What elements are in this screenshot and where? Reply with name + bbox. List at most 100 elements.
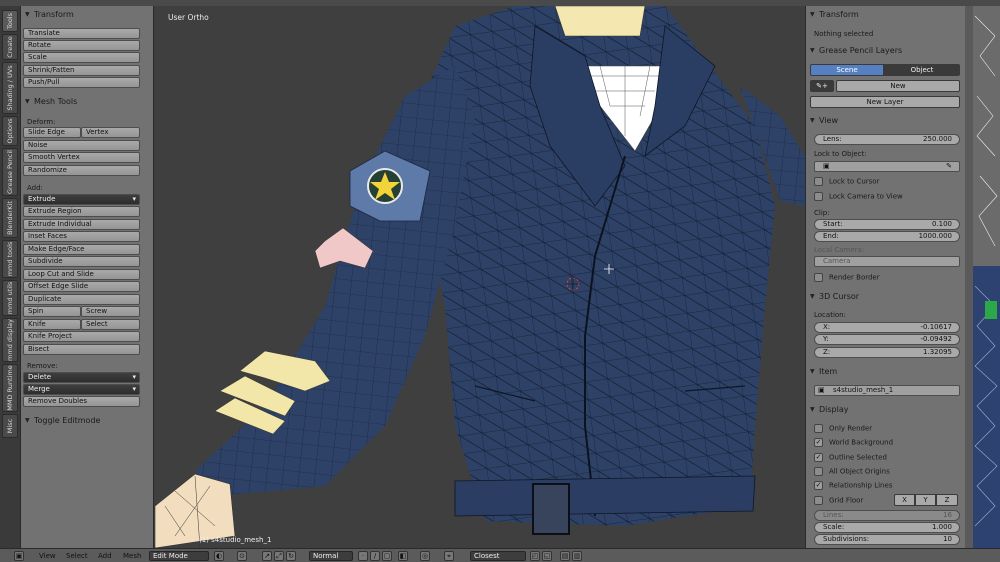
grid-floor-checkbox[interactable]: Grid Floor (814, 496, 863, 505)
vertex-select-icon[interactable]: · (358, 551, 368, 561)
only-render-checkbox[interactable]: Only Render (814, 424, 872, 433)
new-gpencil-button[interactable]: New (836, 80, 960, 92)
shrink-fatten-button[interactable]: Shrink/Fatten (23, 65, 140, 76)
add-menu[interactable]: Add (98, 551, 112, 561)
extrude-menu[interactable]: Extrude (23, 194, 140, 205)
props-transform-header[interactable]: Transform (808, 8, 960, 22)
tab-mmd-tools[interactable]: mmd tools (2, 240, 18, 278)
clip-start-field[interactable]: Start: 0.100 (814, 219, 960, 230)
item-panel-header[interactable]: Item (808, 365, 960, 379)
proportional-edit-icon[interactable]: ◎ (420, 551, 430, 561)
all-object-origins-checkbox[interactable]: All Object Origins (814, 467, 890, 476)
slide-edge-button[interactable]: Slide Edge (23, 127, 81, 138)
3d-viewport[interactable]: User Ortho (1) s4studio_mesh_1 (155, 6, 805, 548)
scale-button[interactable]: Scale (23, 52, 140, 63)
view-menu[interactable]: View (39, 551, 56, 561)
tab-misc[interactable]: Misc (2, 414, 18, 438)
tab-scene[interactable]: Scene (810, 64, 884, 76)
tab-blenderkit[interactable]: BlenderKit (2, 198, 18, 238)
tab-shading-uvs[interactable]: Shading / UVs (2, 62, 18, 114)
3d-cursor-panel-header[interactable]: 3D Cursor (808, 290, 960, 304)
grid-scale-field[interactable]: Scale: 1.000 (814, 522, 960, 533)
grid-y-toggle[interactable]: Y (915, 494, 936, 506)
smooth-vertex-button[interactable]: Smooth Vertex (23, 152, 140, 163)
tab-mmd-runtime[interactable]: MMD Runtime (2, 364, 18, 412)
extrude-region-button[interactable]: Extrude Region (23, 206, 140, 217)
knife-project-button[interactable]: Knife Project (23, 331, 140, 342)
adjacent-editor[interactable] (965, 6, 1000, 548)
eyedropper-icon[interactable]: ✎ (946, 162, 952, 171)
translate-button[interactable]: Translate (23, 28, 140, 39)
extrude-individual-button[interactable]: Extrude Individual (23, 219, 140, 230)
pencil-icon[interactable]: ✎+ (810, 80, 834, 92)
outline-selected-checkbox[interactable]: ✓ Outline Selected (814, 453, 887, 462)
push-pull-button[interactable]: Push/Pull (23, 77, 140, 88)
delete-menu[interactable]: Delete (23, 372, 140, 383)
cursor-y-field[interactable]: Y: -0.09492 (814, 334, 960, 345)
rotate-button[interactable]: Rotate (23, 40, 140, 51)
viewport-shading-icon[interactable]: ◐ (214, 551, 224, 561)
inset-faces-button[interactable]: Inset Faces (23, 231, 140, 242)
cursor-z-field[interactable]: Z: 1.32095 (814, 347, 960, 358)
tab-mmd-display[interactable]: mmd display (2, 318, 18, 362)
offset-edge-slide-button[interactable]: Offset Edge Slide (23, 281, 140, 292)
relationship-lines-checkbox[interactable]: ✓ Relationship Lines (814, 481, 892, 490)
face-select-icon[interactable]: ▢ (382, 551, 392, 561)
grid-x-toggle[interactable]: X (894, 494, 915, 506)
render-icon[interactable]: ▤ (560, 551, 570, 561)
noise-button[interactable]: Noise (23, 140, 140, 151)
pivot-point-icon[interactable]: ⊙ (237, 551, 247, 561)
render-animation-icon[interactable]: ▥ (572, 551, 582, 561)
snap-project-icon[interactable]: ◱ (542, 551, 552, 561)
tab-tools[interactable]: Tools (2, 10, 18, 32)
tab-grease-pencil[interactable]: Grease Pencil (2, 148, 18, 196)
merge-menu[interactable]: Merge (23, 384, 140, 395)
clip-end-field[interactable]: End: 1000.000 (814, 231, 960, 242)
bisect-button[interactable]: Bisect (23, 344, 140, 355)
manipulator-icon[interactable]: ↗ (262, 551, 272, 561)
knife-button[interactable]: Knife (23, 319, 81, 330)
spin-button[interactable]: Spin (23, 306, 81, 317)
mesh-menu[interactable]: Mesh (123, 551, 141, 561)
toggle-editmode-panel-header[interactable]: Toggle Editmode (23, 414, 149, 428)
render-border-checkbox[interactable]: Render Border (814, 273, 880, 282)
editor-type-icon[interactable]: ▣ (14, 551, 24, 561)
rotate-manipulator-icon[interactable]: ↻ (286, 551, 296, 561)
tab-create[interactable]: Create (2, 34, 18, 60)
knife-select-button[interactable]: Select (81, 319, 140, 330)
snap-icon[interactable]: ⌖ (444, 551, 454, 561)
limit-selection-icon[interactable]: ◧ (398, 551, 408, 561)
tab-mmd-utils[interactable]: mmd utils (2, 280, 18, 316)
lock-to-cursor-checkbox[interactable]: Lock to Cursor (814, 177, 879, 186)
tab-object[interactable]: Object (884, 64, 960, 76)
select-menu[interactable]: Select (66, 551, 88, 561)
tab-options[interactable]: Options (2, 116, 18, 146)
lock-camera-to-view-checkbox[interactable]: Lock Camera to View (814, 192, 903, 201)
new-layer-button[interactable]: New Layer (810, 96, 960, 108)
translate-manipulator-icon[interactable]: ⤢ (274, 551, 284, 561)
grease-pencil-header[interactable]: Grease Pencil Layers (808, 44, 960, 58)
duplicate-button[interactable]: Duplicate (23, 294, 140, 305)
lock-object-field[interactable]: ▣ ✎ (814, 161, 960, 172)
snap-target-select[interactable]: Closest (470, 551, 526, 561)
subdivide-button[interactable]: Subdivide (23, 256, 140, 267)
loop-cut-slide-button[interactable]: Loop Cut and Slide (23, 269, 140, 280)
grid-z-toggle[interactable]: Z (936, 494, 958, 506)
transform-orientation-select[interactable]: Normal (309, 551, 353, 561)
snap-align-icon[interactable]: ◰ (530, 551, 540, 561)
item-name-field[interactable]: ▣ s4studio_mesh_1 (814, 385, 960, 396)
edge-select-icon[interactable]: / (370, 551, 380, 561)
grid-subdivisions-field[interactable]: Subdivisions: 10 (814, 534, 960, 545)
display-panel-header[interactable]: Display (808, 403, 960, 417)
lens-field[interactable]: Lens: 250.000 (814, 134, 960, 145)
make-edge-face-button[interactable]: Make Edge/Face (23, 244, 140, 255)
randomize-button[interactable]: Randomize (23, 165, 140, 176)
remove-doubles-button[interactable]: Remove Doubles (23, 396, 140, 407)
mode-select[interactable]: Edit Mode (149, 551, 209, 561)
cursor-x-field[interactable]: X: -0.10617 (814, 322, 960, 333)
view-panel-header[interactable]: View (808, 114, 960, 128)
mesh-tools-panel-header[interactable]: Mesh Tools (23, 95, 149, 109)
world-background-checkbox[interactable]: ✓ World Background (814, 438, 893, 447)
screw-button[interactable]: Screw (81, 306, 140, 317)
transform-panel-header[interactable]: Transform (23, 8, 149, 22)
